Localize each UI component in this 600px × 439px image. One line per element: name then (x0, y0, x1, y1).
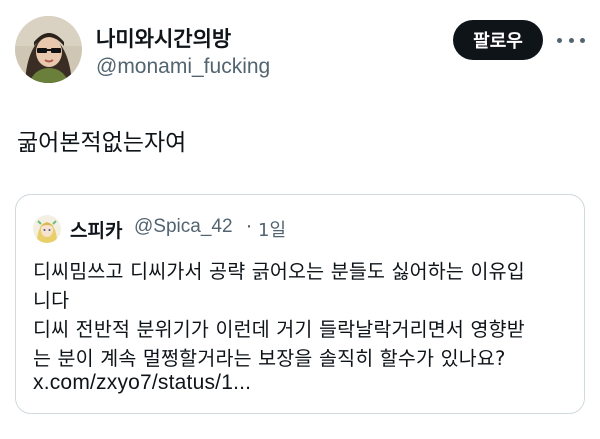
quoted-link[interactable]: x.com/zxyo7/status/1... (33, 371, 251, 395)
author-display-name[interactable]: 나미와시간의방 (96, 23, 231, 53)
quoted-text-line: 디씨밈쓰고 디씨가서 공략 긁어오는 분들도 싫어하는 이유입 (33, 260, 525, 283)
author-handle[interactable]: @monami_fucking (96, 55, 270, 79)
quoted-text-line: 니다 (33, 289, 70, 312)
tweet-text: 굶어본적없는자여 (17, 130, 187, 156)
author-avatar[interactable] (15, 16, 82, 83)
more-dot (580, 37, 585, 43)
quoted-author-display-name: 스피카 (70, 220, 123, 242)
quoted-tweet-card[interactable]: 스피카 @Spica_42 · 1일 디씨밈쓰고 디씨가서 공략 긁어오는 분들… (15, 194, 585, 414)
more-dot (568, 37, 574, 43)
more-dot (557, 37, 562, 43)
quoted-author-avatar[interactable] (33, 215, 61, 243)
avatar-image (15, 16, 82, 83)
quoted-text-line: 디씨 전반적 분위기가 이런데 거기 들락날락거리면서 영향받 (33, 318, 525, 341)
quoted-text-line: 는 분이 계속 멀쩡할거라는 보장을 솔직히 할수가 있나요? (33, 347, 506, 370)
quoted-timestamp[interactable]: 1일 (258, 216, 286, 242)
follow-button[interactable]: 팔로우 (453, 20, 543, 60)
quoted-author-handle: @Spica_42 (134, 216, 233, 237)
more-horizontal-icon[interactable] (557, 30, 585, 50)
quoted-avatar-image (33, 215, 61, 243)
quoted-separator: · (246, 216, 253, 238)
